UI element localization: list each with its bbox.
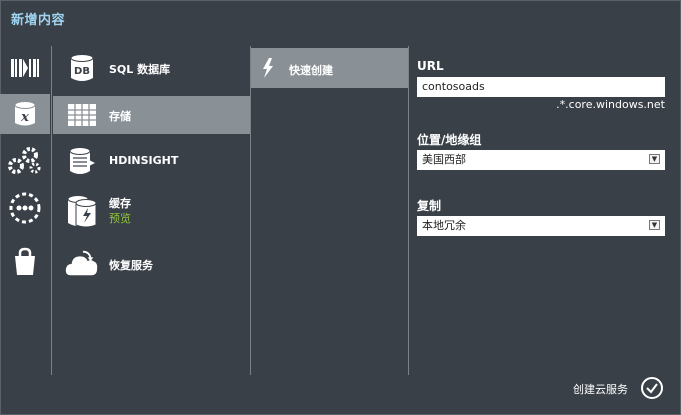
- chevron-down-icon[interactable]: ▼: [649, 154, 660, 164]
- preview-badge: 预览: [109, 212, 131, 225]
- service-label: SQL 数据库: [109, 63, 171, 76]
- quick-create-item[interactable]: 快速创建: [251, 48, 408, 88]
- storage-table-icon: [65, 99, 99, 131]
- category-app-services[interactable]: [0, 140, 50, 180]
- service-label: 恢复服务: [109, 259, 153, 272]
- category-column: x: [0, 46, 50, 375]
- chevron-down-icon[interactable]: ▼: [649, 220, 660, 230]
- store-icon: [15, 247, 35, 275]
- service-storage[interactable]: 存储: [53, 96, 250, 134]
- location-value: 美国西部: [422, 153, 466, 166]
- column-divider: [408, 46, 409, 375]
- service-cache[interactable]: 缓存 预览: [53, 189, 250, 233]
- lightning-icon: [263, 58, 273, 78]
- category-web-sites[interactable]: [0, 48, 50, 88]
- app-services-icon: [8, 147, 41, 174]
- data-services-icon: x: [14, 101, 36, 126]
- svg-text:DB: DB: [74, 66, 90, 77]
- service-label: HDINSIGHT: [109, 154, 179, 167]
- create-cloud-service-label: 创建云服务: [573, 383, 628, 396]
- url-label: URL: [417, 59, 444, 73]
- svg-text:x: x: [20, 110, 29, 125]
- column-divider: [250, 46, 251, 375]
- hdinsight-icon: [65, 145, 99, 177]
- category-store[interactable]: [0, 242, 50, 282]
- confirm-button[interactable]: [641, 377, 663, 399]
- web-sites-icon: [11, 59, 39, 77]
- service-column: DB SQL 数据库 存储 HDINSIGHT 缓存 预览 恢复服务: [53, 46, 250, 375]
- column-divider: [51, 46, 52, 375]
- cache-icon: [65, 193, 99, 229]
- service-recovery[interactable]: 恢复服务: [53, 244, 250, 282]
- recovery-cloud-icon: [65, 247, 99, 279]
- replication-select[interactable]: 本地冗余 ▼: [417, 216, 665, 236]
- sql-database-icon: DB: [65, 52, 99, 84]
- replication-label: 复制: [417, 199, 442, 213]
- replication-value: 本地冗余: [422, 219, 466, 232]
- network-services-icon: [9, 192, 41, 224]
- location-select[interactable]: 美国西部 ▼: [417, 150, 665, 170]
- service-label: 缓存: [109, 197, 131, 210]
- url-suffix: .*.core.windows.net: [556, 98, 665, 111]
- category-network-services[interactable]: [0, 188, 50, 228]
- quick-create-label: 快速创建: [289, 64, 333, 77]
- url-input[interactable]: contosoads: [417, 77, 665, 97]
- location-label: 位置/地缘组: [417, 133, 482, 147]
- checkmark-icon: [646, 383, 658, 394]
- service-label: 存储: [109, 110, 131, 123]
- category-data-services[interactable]: x: [0, 94, 50, 134]
- dialog-title: 新增内容: [11, 13, 66, 28]
- service-sql-database[interactable]: DB SQL 数据库: [53, 49, 250, 87]
- service-hdinsight[interactable]: HDINSIGHT: [53, 142, 250, 180]
